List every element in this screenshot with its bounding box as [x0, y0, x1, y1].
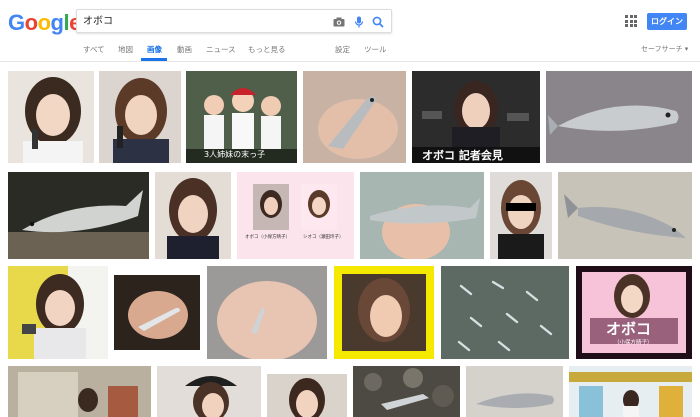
result-image[interactable]: [303, 71, 406, 163]
result-image[interactable]: 3人姉妹の末っ子: [186, 71, 297, 163]
result-image[interactable]: オボコ 記者会見: [412, 71, 540, 163]
result-image[interactable]: オボコ （小保方晴子）: [576, 266, 692, 359]
image-results-grid: 3人姉妹の末っ子 オボコ 記者会見 オボコ（小保方晴子） シオコ（瀬田玲子） オ…: [0, 0, 700, 417]
image-caption-left: オボコ（小保方晴子）: [245, 235, 290, 240]
result-image[interactable]: [360, 172, 484, 259]
result-image[interactable]: [8, 71, 94, 163]
result-image[interactable]: [569, 366, 692, 417]
result-image[interactable]: [8, 366, 151, 417]
result-image[interactable]: [334, 266, 434, 359]
result-image[interactable]: [546, 71, 692, 163]
result-image[interactable]: [207, 266, 327, 359]
result-image[interactable]: [157, 366, 261, 417]
result-image[interactable]: [441, 266, 569, 359]
result-image[interactable]: [114, 275, 200, 350]
result-image[interactable]: [8, 172, 149, 259]
image-caption: オボコ 記者会見: [422, 149, 503, 162]
result-image[interactable]: [267, 374, 347, 417]
result-image[interactable]: [155, 172, 231, 259]
result-image[interactable]: [99, 71, 181, 163]
result-image[interactable]: [8, 266, 108, 359]
image-caption: 3人姉妹の末っ子: [204, 150, 266, 159]
image-subcaption: （小保方晴子）: [614, 340, 653, 346]
image-caption: オボコ: [606, 320, 652, 338]
result-image[interactable]: [353, 366, 460, 417]
result-image[interactable]: [466, 366, 563, 417]
result-image[interactable]: [490, 172, 552, 259]
censor-bar: [506, 203, 536, 211]
result-image[interactable]: オボコ（小保方晴子） シオコ（瀬田玲子）: [237, 172, 354, 259]
result-image[interactable]: [558, 172, 692, 259]
image-caption-right: シオコ（瀬田玲子）: [303, 235, 344, 240]
